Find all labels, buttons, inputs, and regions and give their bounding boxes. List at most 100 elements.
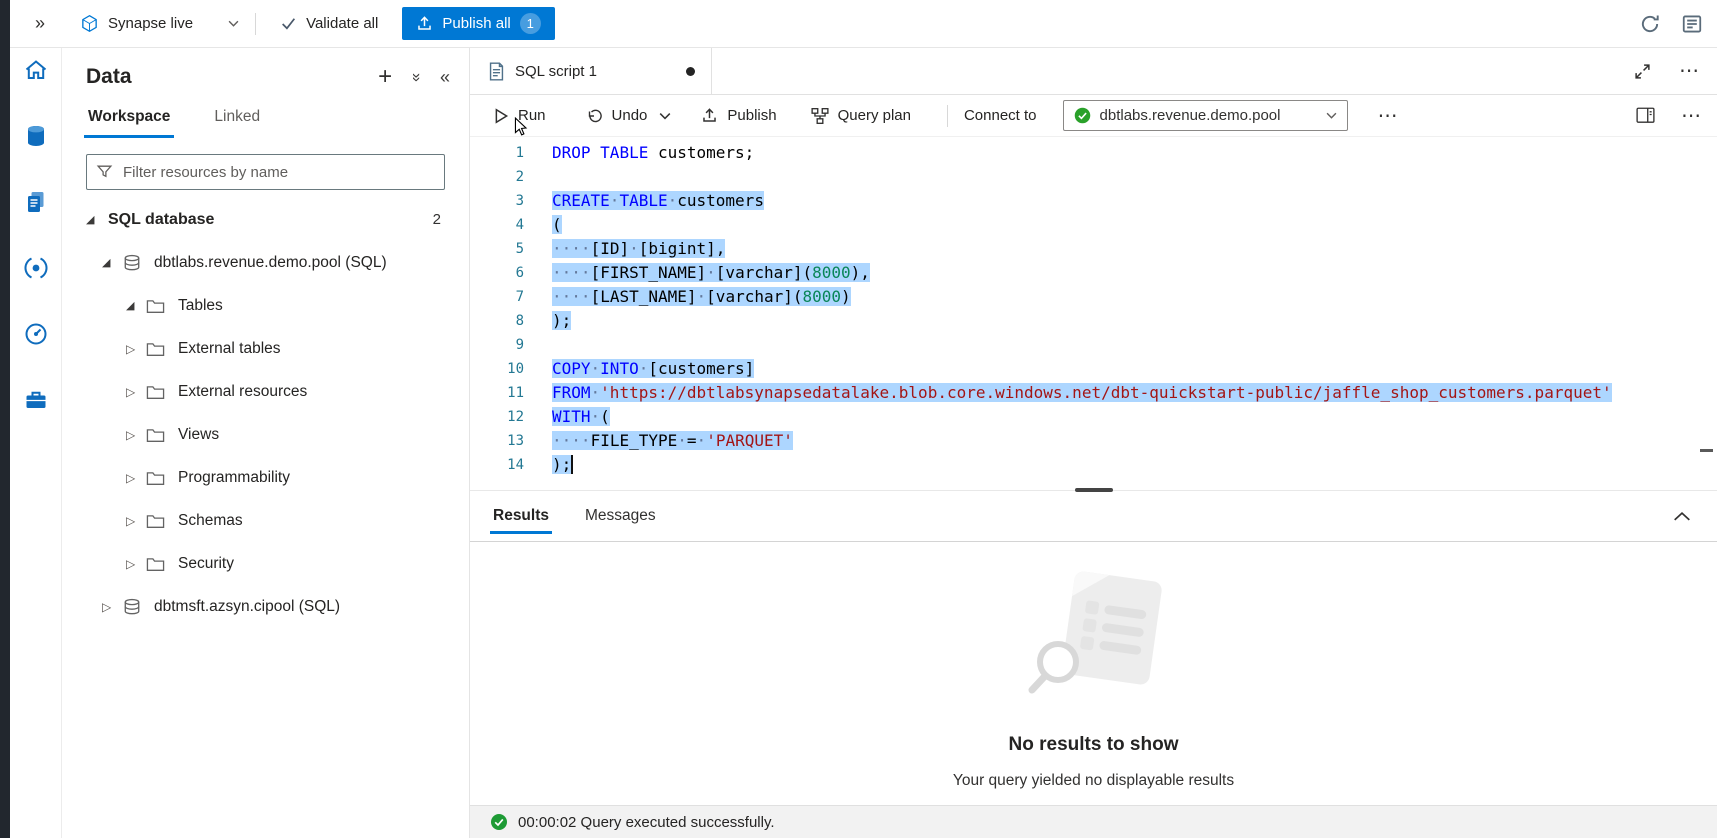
document-tab-bar: SQL script 1 ⋯ [470, 48, 1717, 95]
tree-item-tables[interactable]: ◢ Tables [62, 284, 469, 327]
window-left-edge [0, 0, 10, 838]
expand-topnav-icon[interactable]: » [35, 13, 44, 34]
line-number[interactable]: 10 [470, 357, 524, 381]
code-line[interactable]: ); [552, 453, 1717, 477]
run-button[interactable]: Run [494, 107, 546, 124]
nav-integrate[interactable] [22, 254, 50, 282]
code-line[interactable]: COPY·INTO·[customers] [552, 357, 1717, 381]
line-number[interactable]: 9 [470, 333, 524, 357]
nav-home[interactable] [22, 56, 50, 84]
line-number[interactable]: 2 [470, 165, 524, 189]
tree-item-dbtmsft-azsyn-cipool-sql[interactable]: ▷dbtmsft.azsyn.cipool (SQL) [62, 585, 469, 628]
line-number[interactable]: 3 [470, 189, 524, 213]
tree-item-dbtlabs-revenue-demo-pool-sql[interactable]: ◢dbtlabs.revenue.demo.pool (SQL) [62, 241, 469, 284]
text-cursor [571, 455, 573, 474]
tree-item-security[interactable]: ▷Security [62, 542, 469, 585]
tab-results[interactable]: Results [482, 491, 560, 541]
folder-icon [146, 513, 168, 529]
collapse-toggle-icon[interactable]: ◢ [102, 256, 122, 269]
code-line[interactable]: DROP TABLE customers; [552, 141, 1717, 165]
line-number[interactable]: 4 [470, 213, 524, 237]
toolbar-more-icon[interactable]: ⋯ [1378, 106, 1398, 126]
publish-button[interactable]: Publish [701, 107, 776, 124]
code-line[interactable]: ····[LAST_NAME]·[varchar](8000) [552, 285, 1717, 309]
unsaved-changes-dot [686, 67, 695, 76]
tree-item-external-tables[interactable]: ▷External tables [62, 327, 469, 370]
code-line[interactable] [552, 333, 1717, 357]
code-area[interactable]: DROP TABLE customers; CREATE·TABLE·custom… [540, 137, 1717, 490]
refresh-icon[interactable] [1639, 13, 1661, 35]
query-plan-icon [811, 107, 829, 125]
code-line[interactable] [552, 165, 1717, 189]
expand-toggle-icon[interactable]: ▷ [126, 557, 146, 571]
validate-check-icon [280, 15, 297, 32]
tree-item-external-resources[interactable]: ▷External resources [62, 370, 469, 413]
publish-count-badge: 1 [520, 13, 541, 34]
tree-item-sql-database[interactable]: ◢SQL database2 [62, 198, 469, 241]
nav-monitor[interactable] [22, 320, 50, 348]
tree-item-views[interactable]: ▷Views [62, 413, 469, 456]
item-count-badge: 2 [433, 211, 441, 228]
nav-manage[interactable] [22, 386, 50, 414]
code-line[interactable]: CREATE·TABLE·customers [552, 189, 1717, 213]
expand-toggle-icon[interactable]: ▷ [126, 514, 146, 528]
code-line[interactable]: ····[ID]·[bigint], [552, 237, 1717, 261]
integrate-pipeline-icon [23, 255, 49, 281]
expand-toggle-icon[interactable]: ▷ [126, 428, 146, 442]
filter-resources-input[interactable] [86, 154, 445, 190]
tree-item-programmability[interactable]: ▷Programmability [62, 456, 469, 499]
collapse-toggle-icon[interactable]: ◢ [86, 213, 106, 226]
line-number[interactable]: 1 [470, 141, 524, 165]
sql-editor[interactable]: 1234567891011121314 DROP TABLE customers… [470, 137, 1717, 490]
add-resource-icon[interactable]: + [378, 65, 392, 89]
tab-linked[interactable]: Linked [214, 108, 260, 138]
nav-develop[interactable] [22, 188, 50, 216]
expand-editor-icon[interactable] [1634, 63, 1651, 80]
develop-pages-icon [23, 189, 49, 215]
connected-status-icon [1074, 107, 1091, 124]
undo-button[interactable]: Undo [586, 107, 648, 124]
line-number[interactable]: 8 [470, 309, 524, 333]
tree-item-label: Tables [178, 297, 223, 315]
publish-all-button[interactable]: Publish all 1 [402, 7, 554, 40]
line-number[interactable]: 12 [470, 405, 524, 429]
code-line[interactable]: ); [552, 309, 1717, 333]
line-number[interactable]: 7 [470, 285, 524, 309]
line-number[interactable]: 5 [470, 237, 524, 261]
expand-toggle-icon[interactable]: ▷ [126, 471, 146, 485]
line-number[interactable]: 14 [470, 453, 524, 477]
validate-all-button[interactable]: Validate all [272, 9, 386, 38]
expand-toggle-icon[interactable]: ▷ [102, 600, 122, 614]
properties-icon[interactable] [1636, 107, 1655, 124]
success-check-icon [490, 813, 508, 831]
collapse-all-icon[interactable]: » [408, 73, 424, 81]
undo-icon [586, 108, 603, 124]
toolbar-overflow-icon[interactable]: ⋯ [1681, 106, 1701, 126]
splitter-handle[interactable] [1075, 488, 1113, 492]
expand-toggle-icon[interactable]: ▷ [126, 342, 146, 356]
code-line[interactable]: FROM·'https://dbtlabsynapsedatalake.blob… [552, 381, 1717, 405]
expand-toggle-icon[interactable]: ▷ [126, 385, 146, 399]
line-number[interactable]: 13 [470, 429, 524, 453]
tab-workspace[interactable]: Workspace [88, 108, 170, 138]
collapse-results-icon[interactable] [1673, 511, 1691, 522]
undo-dropdown-chevron-icon[interactable] [659, 112, 671, 120]
tab-more-actions-icon[interactable]: ⋯ [1679, 61, 1699, 81]
line-number[interactable]: 11 [470, 381, 524, 405]
mode-selector[interactable]: Synapse live [80, 14, 239, 33]
tab-sql-script-1[interactable]: SQL script 1 [470, 48, 712, 94]
results-panel-header: Results Messages [470, 490, 1717, 542]
code-line[interactable]: ( [552, 213, 1717, 237]
code-line[interactable]: ····[FIRST_NAME]·[varchar](8000), [552, 261, 1717, 285]
clipboard-list-icon[interactable] [1681, 13, 1703, 35]
collapse-panel-icon[interactable]: « [440, 68, 449, 86]
connect-pool-dropdown[interactable]: dbtlabs.revenue.demo.pool [1063, 100, 1348, 131]
collapse-toggle-icon[interactable]: ◢ [126, 299, 146, 312]
code-line[interactable]: WITH·( [552, 405, 1717, 429]
line-number[interactable]: 6 [470, 261, 524, 285]
query-plan-button[interactable]: Query plan [811, 107, 911, 125]
tab-messages[interactable]: Messages [574, 491, 667, 541]
tree-item-schemas[interactable]: ▷Schemas [62, 499, 469, 542]
nav-data[interactable] [22, 122, 50, 150]
code-line[interactable]: ····FILE_TYPE·=·'PARQUET' [552, 429, 1717, 453]
